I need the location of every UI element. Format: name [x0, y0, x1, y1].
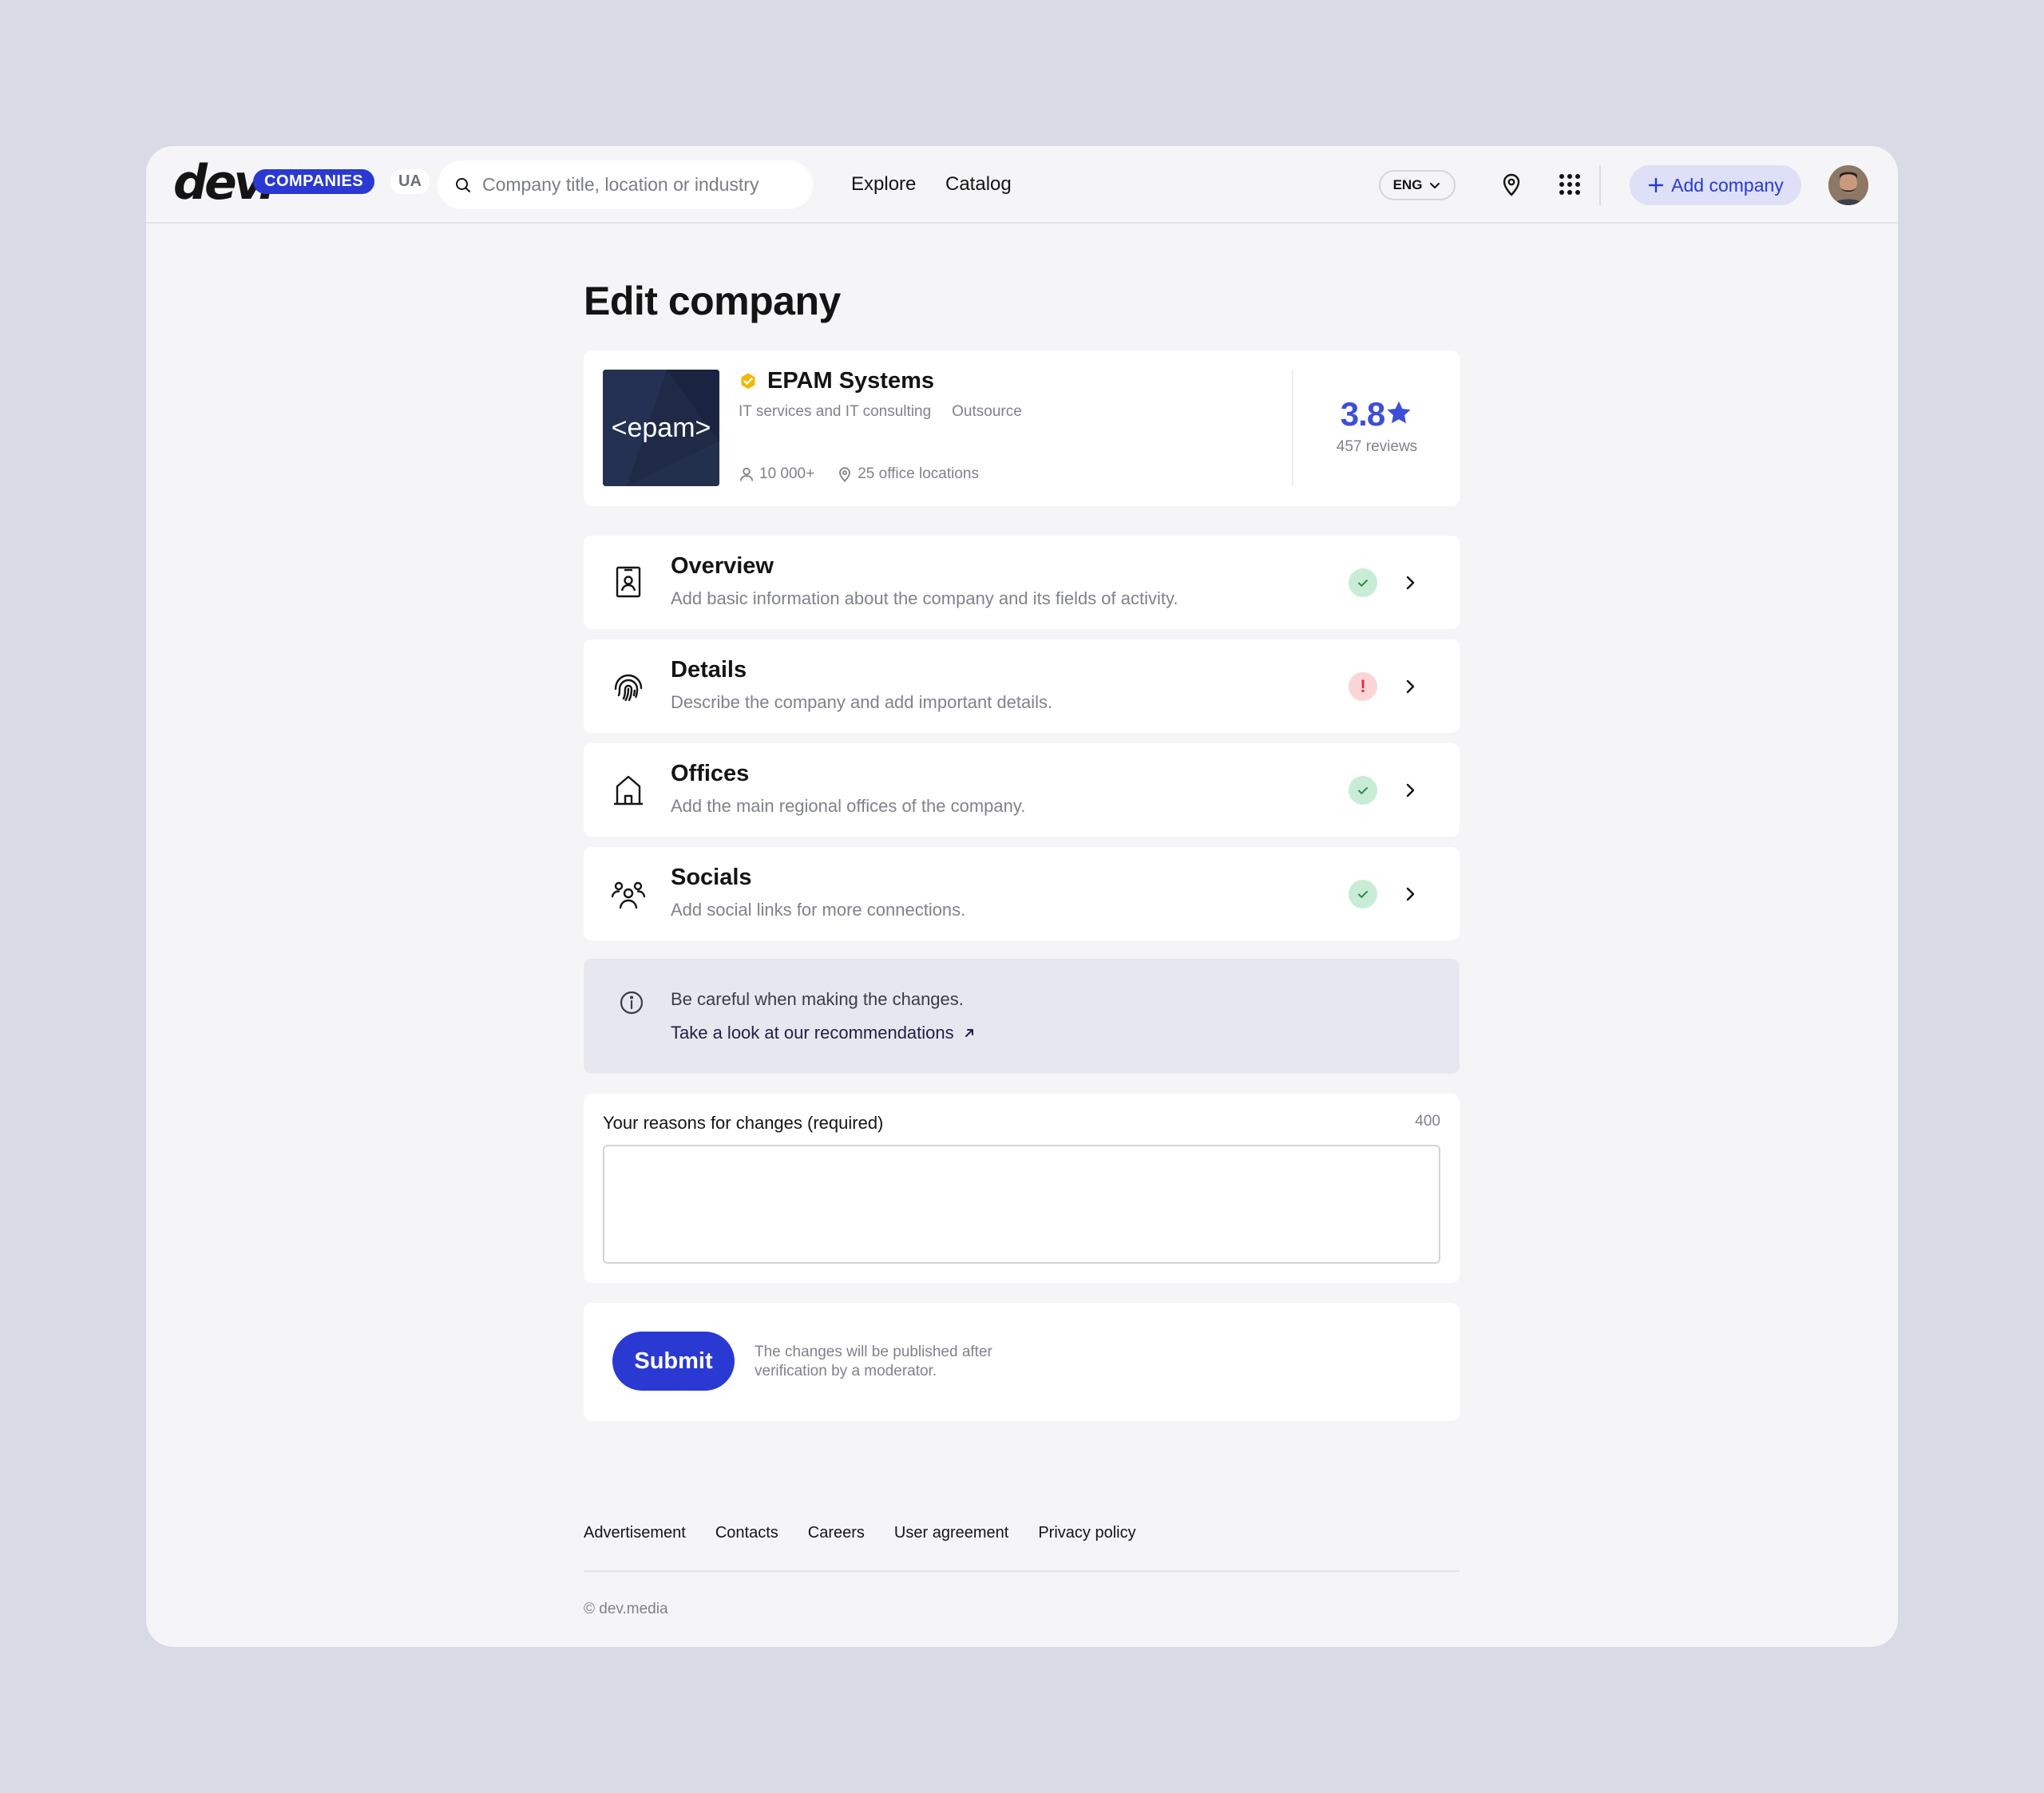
- app-window: dev. COMPANIES UA Explore Catalog ENG: [146, 146, 1898, 1647]
- page-title: Edit company: [584, 279, 841, 323]
- people-icon: [611, 881, 646, 909]
- building-icon: [614, 775, 643, 805]
- chevron-down-icon: [1430, 183, 1440, 188]
- rating-divider: [1292, 370, 1293, 486]
- copyright: © dev.media: [584, 1601, 668, 1617]
- character-limit: 400: [1415, 1113, 1440, 1130]
- section-description: Add social links for more connections.: [671, 900, 966, 920]
- employee-count: 10 000+: [739, 465, 814, 483]
- check-icon: [1358, 891, 1368, 898]
- section-title: Socials: [671, 865, 752, 890]
- grid-icon: [1559, 174, 1580, 195]
- section-description: Add the main regional offices of the com…: [671, 796, 1026, 816]
- employee-count-label: 10 000+: [759, 465, 815, 482]
- review-count: 457 reviews: [1336, 438, 1418, 455]
- site-logo[interactable]: dev. COMPANIES UA: [173, 157, 430, 208]
- footer-link-advertisement[interactable]: Advertisement: [584, 1524, 686, 1542]
- check-icon: [1358, 787, 1368, 794]
- info-icon: [620, 991, 644, 1015]
- plus-icon: [1648, 177, 1664, 193]
- location-pin-icon: [839, 467, 851, 482]
- location-pin-icon: [1503, 173, 1520, 196]
- section-title: Offices: [671, 761, 750, 786]
- apps-button[interactable]: [1555, 170, 1584, 199]
- company-summary-card: <epam> EPAM Systems IT services and IT c…: [584, 350, 1460, 506]
- fingerprint-icon: [614, 674, 643, 702]
- status-complete-badge: [1349, 880, 1377, 908]
- exclamation-icon: !: [1360, 676, 1366, 696]
- section-title: Details: [671, 657, 747, 683]
- add-company-label: Add company: [1671, 174, 1784, 196]
- header-divider: [1599, 165, 1601, 205]
- footer-link-user-agreement[interactable]: User agreement: [894, 1524, 1008, 1542]
- verified-badge-icon: [741, 373, 755, 389]
- reasons-label: Your reasons for changes (required): [603, 1113, 884, 1133]
- location-button[interactable]: [1497, 170, 1526, 199]
- check-icon: [1358, 580, 1368, 587]
- company-name[interactable]: EPAM Systems: [767, 368, 934, 394]
- submit-button[interactable]: Submit: [612, 1332, 735, 1391]
- chevron-right-icon: [1406, 576, 1415, 590]
- section-details[interactable]: Details Describe the company and add imp…: [584, 639, 1460, 733]
- search-icon: [456, 177, 470, 192]
- section-offices[interactable]: Offices Add the main regional offices of…: [584, 743, 1460, 837]
- company-logo-text: <epam>: [611, 412, 711, 443]
- language-selector[interactable]: ENG: [1379, 170, 1456, 200]
- company-stats: 10 000+ 25 office locations: [739, 465, 979, 483]
- person-icon: [739, 467, 754, 481]
- status-complete-badge: [1349, 568, 1377, 597]
- company-logo: <epam>: [603, 370, 719, 486]
- recommendations-link-label: Take a look at our recommendations: [671, 1023, 954, 1043]
- search-bar: [438, 160, 813, 209]
- notice-box: Be careful when making the changes. Take…: [584, 959, 1460, 1074]
- reasons-textarea[interactable]: [603, 1145, 1440, 1264]
- chevron-right-icon: [1406, 887, 1415, 901]
- company-tags: IT services and IT consulting Outsource: [739, 403, 1022, 421]
- language-label: ENG: [1392, 177, 1423, 192]
- company-rating[interactable]: 3.8 457 reviews: [1294, 395, 1460, 456]
- company-tag: IT services and IT consulting: [739, 403, 932, 420]
- star-icon: [1387, 401, 1411, 424]
- office-count-label: 25 office locations: [858, 465, 979, 482]
- reasons-card: Your reasons for changes (required) 400: [584, 1094, 1460, 1283]
- chevron-right-icon: [1406, 679, 1415, 694]
- status-warning-badge: !: [1349, 672, 1377, 701]
- footer-link-privacy-policy[interactable]: Privacy policy: [1038, 1524, 1135, 1542]
- section-title: Overview: [671, 553, 774, 579]
- submit-note: The changes will be published after veri…: [755, 1344, 992, 1379]
- top-bar: dev. COMPANIES UA Explore Catalog ENG: [146, 146, 1898, 224]
- submit-card: Submit The changes will be published aft…: [584, 1303, 1460, 1421]
- notice-text: Be careful when making the changes.: [671, 989, 964, 1009]
- chevron-right-icon: [1406, 783, 1415, 798]
- footer-divider: [584, 1570, 1460, 1572]
- section-description: Add basic information about the company …: [671, 588, 1178, 608]
- user-avatar[interactable]: [1828, 165, 1868, 205]
- avatar-image: [1828, 165, 1868, 205]
- search-input[interactable]: [482, 174, 802, 196]
- status-complete-badge: [1349, 776, 1377, 805]
- nav-explore[interactable]: Explore: [851, 171, 916, 198]
- recommendations-link[interactable]: Take a look at our recommendations: [671, 1023, 976, 1043]
- footer-links: Advertisement Contacts Careers User agre…: [584, 1524, 1136, 1542]
- section-description: Describe the company and add important d…: [671, 692, 1053, 712]
- nav-catalog[interactable]: Catalog: [945, 171, 1012, 198]
- logo-badge: COMPANIES: [253, 169, 375, 194]
- rating-value: 3.8: [1340, 395, 1385, 433]
- footer-link-contacts[interactable]: Contacts: [715, 1524, 778, 1542]
- rating-value-row: 3.8: [1294, 395, 1460, 433]
- company-name-row: EPAM Systems: [739, 368, 934, 394]
- id-card-icon: [616, 566, 641, 598]
- footer-link-careers[interactable]: Careers: [808, 1524, 865, 1542]
- section-socials[interactable]: Socials Add social links for more connec…: [584, 847, 1460, 940]
- office-count: 25 office locations: [837, 465, 979, 483]
- external-arrow-icon: [965, 1029, 973, 1037]
- section-overview[interactable]: Overview Add basic information about the…: [584, 536, 1460, 629]
- add-company-button[interactable]: Add company: [1630, 165, 1801, 205]
- region-badge[interactable]: UA: [390, 169, 430, 194]
- company-tag: Outsource: [952, 403, 1022, 420]
